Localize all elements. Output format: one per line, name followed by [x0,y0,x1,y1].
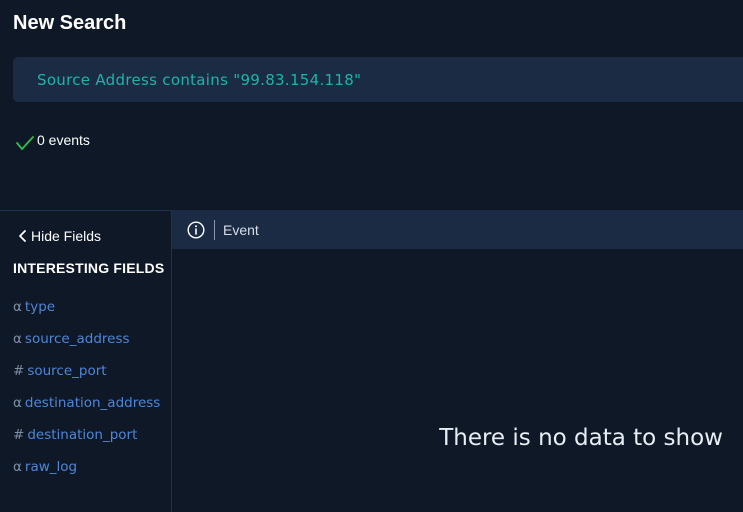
field-name[interactable]: destination_port [27,427,137,443]
search-query-text[interactable]: Source Address contains "99.83.154.118" [37,71,361,89]
check-icon [16,136,34,150]
search-query-bar[interactable]: Source Address contains "99.83.154.118" [13,57,743,102]
page-title: New Search [13,12,127,34]
field-item-raw-log[interactable]: α raw_log [13,451,160,483]
event-count-text: 0 events [37,132,90,148]
field-type-indicator: # [13,427,25,443]
field-name[interactable]: type [25,299,55,315]
field-name[interactable]: raw_log [25,459,77,475]
field-item-source-address[interactable]: α source_address [13,323,160,355]
header-divider [214,219,215,240]
hide-fields-button[interactable]: Hide Fields [18,228,101,244]
column-header-event[interactable]: Event [223,222,259,238]
fields-sidebar: Hide Fields INTERESTING FIELDS α type α … [0,210,172,512]
field-type-indicator: α [13,299,22,315]
field-type-indicator: α [13,459,22,475]
field-type-indicator: α [13,395,22,411]
event-count-status: 0 events [15,132,90,152]
field-list: α type α source_address # source_port α … [13,291,160,483]
events-panel: Event There is no data to show [172,210,743,512]
info-icon[interactable] [187,220,205,239]
field-name[interactable]: source_address [25,331,130,347]
empty-state: There is no data to show [172,425,743,451]
hide-fields-label: Hide Fields [31,228,102,244]
empty-state-message: There is no data to show [439,425,723,451]
field-item-destination-address[interactable]: α destination_address [13,387,160,419]
field-item-type[interactable]: α type [13,291,160,323]
search-page: New Search Source Address contains "99.8… [0,0,743,512]
field-item-source-port[interactable]: # source_port [13,355,160,387]
field-type-indicator: # [13,363,25,379]
field-name[interactable]: destination_address [25,395,160,411]
interesting-fields-heading: INTERESTING FIELDS [13,260,165,276]
chevron-left-icon [19,230,26,242]
field-item-destination-port[interactable]: # destination_port [13,419,160,451]
field-type-indicator: α [13,331,22,347]
events-table-header: Event [172,210,743,249]
field-name[interactable]: source_port [27,363,106,379]
